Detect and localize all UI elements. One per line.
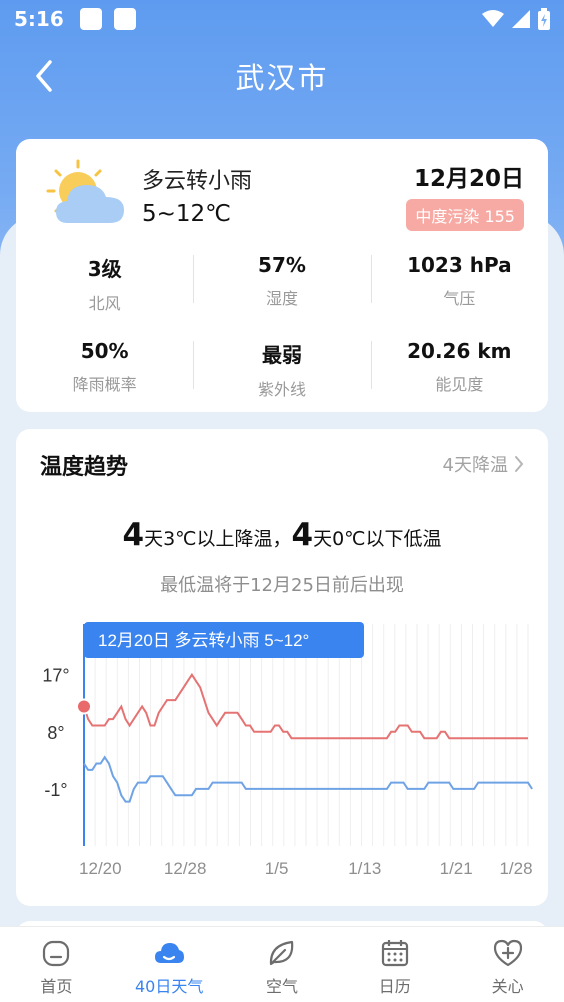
battery-icon — [538, 8, 550, 30]
x-tick-label: 12/20 — [79, 859, 122, 878]
y-tick-label: -1° — [44, 780, 67, 800]
selected-point — [76, 698, 92, 715]
y-tick-label: 17° — [42, 666, 69, 686]
status-bar: 5:16 — [0, 0, 564, 38]
cloud-icon — [155, 943, 185, 963]
stat-value: 57% — [258, 253, 306, 277]
page-title: 武汉市 — [235, 61, 329, 95]
stat-rain-chance: 50% 降雨概率 — [16, 333, 193, 419]
notification-icon — [79, 8, 102, 30]
tab-care[interactable]: 关心 — [451, 927, 564, 1002]
stats-row: 3级 北风 57% 湿度 1023 hPa 气压 — [16, 247, 548, 333]
stat-value: 1023 hPa — [407, 253, 512, 277]
cooling-days-link[interactable]: 4天降温 — [443, 451, 524, 477]
tab-40-day-weather[interactable]: 40日天气 — [113, 927, 226, 1002]
wifi-icon — [482, 10, 504, 27]
stat-label: 北风 — [88, 294, 121, 313]
tab-label: 日历 — [378, 977, 411, 996]
weather-stats: 3级 北风 57% 湿度 1023 hPa 气压 50% 降雨概率 最弱 紫外线 — [16, 247, 548, 419]
stat-value: 最弱 — [261, 343, 302, 367]
temperature-chart[interactable]: 17° 8° -1° 12/20 12/28 1/5 1/13 1/21 1/28 12月20… — [16, 614, 548, 884]
stat-label: 湿度 — [265, 289, 298, 308]
stat-value: 20.26 km — [407, 339, 512, 363]
notification-icon — [113, 8, 136, 30]
summary-text: 天0℃以下低温 — [313, 528, 442, 550]
tab-label: 空气 — [265, 977, 298, 996]
stat-value: 3级 — [87, 257, 122, 281]
x-tick-label: 1/28 — [499, 859, 532, 878]
y-tick-label: 8° — [47, 723, 64, 743]
section-title: 温度趋势 — [40, 455, 129, 480]
weather-condition: 多云转小雨 — [142, 169, 253, 194]
summary-text: 天3℃以上降温， — [144, 528, 292, 550]
status-time: 5:16 — [14, 7, 64, 31]
calendar-icon — [381, 940, 408, 967]
trend-summary: 4天3℃以上降温，4天0℃以下低温 — [16, 517, 548, 553]
temperature-trend-card: 温度趋势 4天降温 4天3℃以上降温，4天0℃以下低温 最低温将于12月25日前… — [16, 429, 548, 906]
chevron-right-icon — [515, 456, 524, 472]
y-axis: 17° 8° -1° — [42, 666, 69, 800]
tab-calendar[interactable]: 日历 — [338, 927, 451, 1002]
stat-label: 气压 — [443, 289, 476, 308]
stat-value: 50% — [80, 339, 129, 363]
stat-humidity: 57% 湿度 — [193, 247, 370, 333]
bottom-tab-bar: 首页 40日天气 空气 日历 关心 — [0, 926, 564, 1002]
home-icon — [43, 940, 70, 967]
stat-pressure: 1023 hPa 气压 — [370, 247, 548, 333]
current-weather-card: 多云转小雨 5~12℃ 12月20日 中度污染 155 3级 北风 57% 湿度… — [16, 139, 548, 412]
stat-label: 能见度 — [435, 375, 484, 394]
back-icon[interactable] — [30, 58, 60, 94]
stat-wind: 3级 北风 — [16, 247, 193, 333]
tab-label: 首页 — [40, 977, 73, 996]
x-tick-label: 1/5 — [265, 859, 289, 878]
low-temp-line — [83, 755, 533, 803]
tooltip-text: 12月20日 多云转小雨 5~12° — [98, 631, 309, 650]
x-tick-label: 12/28 — [164, 859, 207, 878]
signal-icon — [512, 10, 530, 28]
stat-uv: 最弱 紫外线 — [193, 333, 370, 419]
stat-label: 降雨概率 — [72, 375, 137, 394]
tab-home[interactable]: 首页 — [0, 927, 113, 1002]
current-date: 12月20日 — [413, 166, 524, 192]
stat-visibility: 20.26 km 能见度 — [370, 333, 548, 419]
heart-plus-icon — [493, 939, 522, 967]
leaf-icon — [269, 940, 294, 966]
tab-label: 40日天气 — [135, 977, 204, 996]
x-tick-label: 1/21 — [440, 859, 473, 878]
chart-tooltip: 12月20日 多云转小雨 5~12° — [84, 622, 364, 658]
summary-number: 4 — [291, 517, 314, 553]
trend-subtitle: 最低温将于12月25日前后出现 — [160, 575, 404, 596]
partly-cloudy-icon — [46, 159, 124, 223]
stats-row: 50% 降雨概率 最弱 紫外线 20.26 km 能见度 — [16, 333, 548, 419]
aqi-badge[interactable]: 中度污染 155 — [406, 199, 524, 231]
tab-air[interactable]: 空气 — [226, 927, 339, 1002]
temperature-range: 5~12℃ — [142, 201, 232, 227]
x-axis: 12/20 12/28 1/5 1/13 1/21 1/28 — [79, 859, 532, 878]
tab-label: 关心 — [491, 977, 524, 996]
x-tick-label: 1/13 — [348, 859, 381, 878]
summary-number: 4 — [122, 517, 145, 553]
cooling-days-label: 4天降温 — [442, 455, 508, 476]
stat-label: 紫外线 — [257, 380, 306, 399]
page-header: 武汉市 — [0, 48, 564, 104]
